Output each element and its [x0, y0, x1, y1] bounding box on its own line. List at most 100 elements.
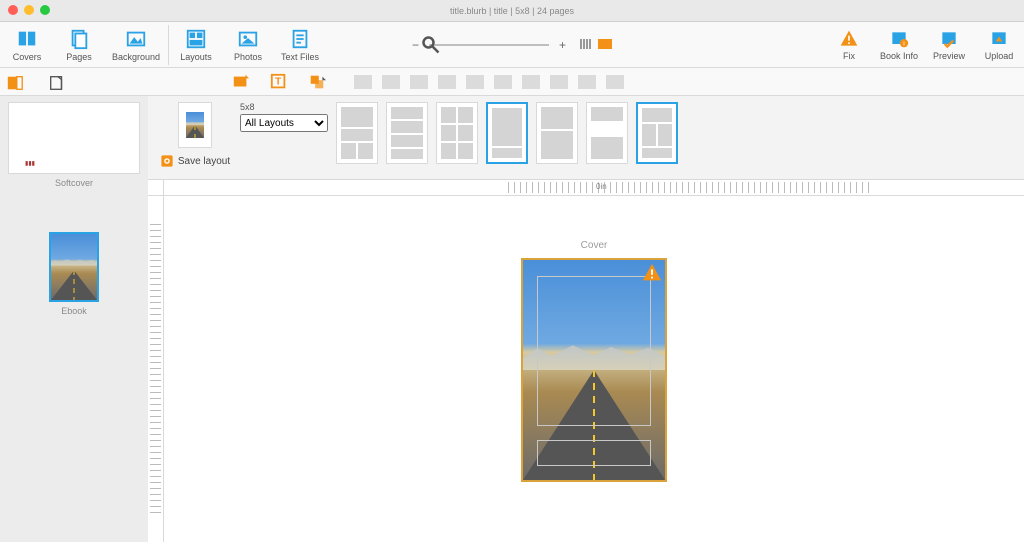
- layout-thumb-6[interactable]: [586, 102, 628, 164]
- covers-button[interactable]: Covers: [8, 28, 46, 62]
- ebook-thumb[interactable]: [49, 232, 99, 302]
- layout-strip-controls: 5x8 All Layouts: [240, 102, 328, 132]
- edit-tools: T: [232, 73, 326, 91]
- cover-page[interactable]: [521, 258, 667, 482]
- canvas[interactable]: Cover: [164, 196, 1024, 542]
- upload-icon: [989, 29, 1009, 49]
- align-tools: [354, 75, 624, 89]
- align-right-icon[interactable]: [410, 75, 428, 89]
- align-left-icon[interactable]: [354, 75, 372, 89]
- pages-label: Pages: [66, 52, 92, 62]
- layout-filter-select[interactable]: All Layouts: [240, 114, 328, 132]
- layout-thumb-5[interactable]: [536, 102, 578, 164]
- align-center-v-icon[interactable]: [494, 75, 512, 89]
- cover-front-icon[interactable]: [6, 74, 24, 92]
- preview-label: Preview: [933, 51, 965, 61]
- title-text-box[interactable]: [537, 276, 651, 426]
- window-controls: [8, 5, 50, 15]
- page-warning-icon[interactable]: [641, 262, 663, 284]
- layouts-button[interactable]: Layouts: [177, 28, 215, 62]
- sub-toolbar: T: [0, 68, 1024, 96]
- photos-button[interactable]: Photos: [229, 28, 267, 62]
- toolbar-group-left: Covers Pages Background: [8, 28, 160, 62]
- layout-strip-left: Save layout: [158, 102, 232, 168]
- ruler-horizontal: 0in: [164, 180, 1024, 196]
- softcover-label: Softcover: [8, 178, 140, 188]
- bookinfo-label: Book Info: [880, 51, 918, 61]
- zoom-slider[interactable]: [429, 44, 549, 46]
- ebook-label: Ebook: [8, 306, 140, 316]
- zoom-handle-icon[interactable]: [421, 35, 441, 55]
- save-layout-button[interactable]: Save layout: [160, 154, 230, 168]
- fix-button[interactable]: Fix: [830, 29, 868, 61]
- toolbar-divider: [168, 25, 169, 65]
- pages-icon: [68, 28, 90, 50]
- pages-button[interactable]: Pages: [60, 28, 98, 62]
- image-edit-icon[interactable]: [232, 73, 250, 91]
- window-title: title.blurb | title | 5x8 | 24 pages: [450, 6, 574, 16]
- layout-size-label: 5x8: [240, 102, 328, 112]
- align-center-h-icon[interactable]: [382, 75, 400, 89]
- distribute-v-icon[interactable]: [606, 75, 624, 89]
- upload-label: Upload: [985, 51, 1014, 61]
- background-button[interactable]: Background: [112, 28, 160, 62]
- covers-label: Covers: [13, 52, 42, 62]
- view-mode-toggle[interactable]: [576, 36, 612, 54]
- layout-strip: Save layout 5x8 All Layouts: [148, 96, 1024, 180]
- cover-back-icon[interactable]: [48, 74, 66, 92]
- layout-thumb-7[interactable]: [636, 102, 678, 164]
- layout-thumb-3[interactable]: [436, 102, 478, 164]
- background-label: Background: [112, 52, 160, 62]
- arrange-icon[interactable]: [308, 73, 326, 91]
- subtitle-text-box[interactable]: [537, 440, 651, 466]
- ruler-vertical: [148, 196, 164, 542]
- main-toolbar: Covers Pages Background Layouts Photos T…: [0, 22, 1024, 68]
- zoom-window-icon[interactable]: [40, 5, 50, 15]
- textfiles-icon: [289, 28, 311, 50]
- zoom-out-button[interactable]: −: [412, 38, 419, 52]
- layout-thumb-2[interactable]: [386, 102, 428, 164]
- text-edit-icon[interactable]: T: [270, 73, 288, 91]
- upload-button[interactable]: Upload: [980, 29, 1018, 61]
- toolbar-group-mid: Layouts Photos Text Files: [177, 28, 319, 62]
- layout-thumbs: [336, 102, 678, 164]
- canvas-area: 0in Cover: [148, 180, 1024, 542]
- layout-thumb-1[interactable]: [336, 102, 378, 164]
- photos-label: Photos: [234, 52, 262, 62]
- zoom-in-button[interactable]: +: [559, 38, 566, 52]
- titlebar: title.blurb | title | 5x8 | 24 pages: [0, 0, 1024, 22]
- cover-panel: ▮▮▮ Softcover Ebook: [0, 96, 148, 542]
- covers-icon: [16, 28, 38, 50]
- background-icon: [125, 28, 147, 50]
- svg-text:T: T: [275, 76, 281, 87]
- ruler-zero-label: 0in: [596, 182, 607, 191]
- align-bottom-icon[interactable]: [522, 75, 540, 89]
- close-window-icon[interactable]: [8, 5, 18, 15]
- warning-icon: [839, 29, 859, 49]
- softcover-thumb[interactable]: ▮▮▮: [8, 102, 140, 174]
- current-layout-thumb[interactable]: [178, 102, 212, 148]
- preview-icon: [939, 29, 959, 49]
- grid-view-icon: [580, 39, 594, 49]
- minimize-window-icon[interactable]: [24, 5, 34, 15]
- layouts-icon: [185, 28, 207, 50]
- textfiles-button[interactable]: Text Files: [281, 28, 319, 62]
- preview-button[interactable]: Preview: [930, 29, 968, 61]
- save-icon: [160, 154, 174, 168]
- bookinfo-icon: i: [889, 29, 909, 49]
- textfiles-label: Text Files: [281, 52, 319, 62]
- left-mini-toolbar: [6, 74, 66, 92]
- canvas-page-label: Cover: [581, 240, 608, 251]
- layout-thumb-4[interactable]: [486, 102, 528, 164]
- layouts-label: Layouts: [180, 52, 212, 62]
- single-view-icon: [598, 39, 612, 49]
- ruler-corner: [148, 180, 164, 196]
- bookinfo-button[interactable]: i Book Info: [880, 29, 918, 61]
- toolbar-group-right: Fix i Book Info Preview Upload: [830, 29, 1018, 61]
- save-layout-label: Save layout: [178, 156, 230, 167]
- fix-label: Fix: [843, 51, 855, 61]
- zoom-controls: − +: [412, 36, 612, 54]
- align-top-icon[interactable]: [466, 75, 484, 89]
- photos-icon: [237, 28, 259, 50]
- distribute-h-icon[interactable]: [578, 75, 596, 89]
